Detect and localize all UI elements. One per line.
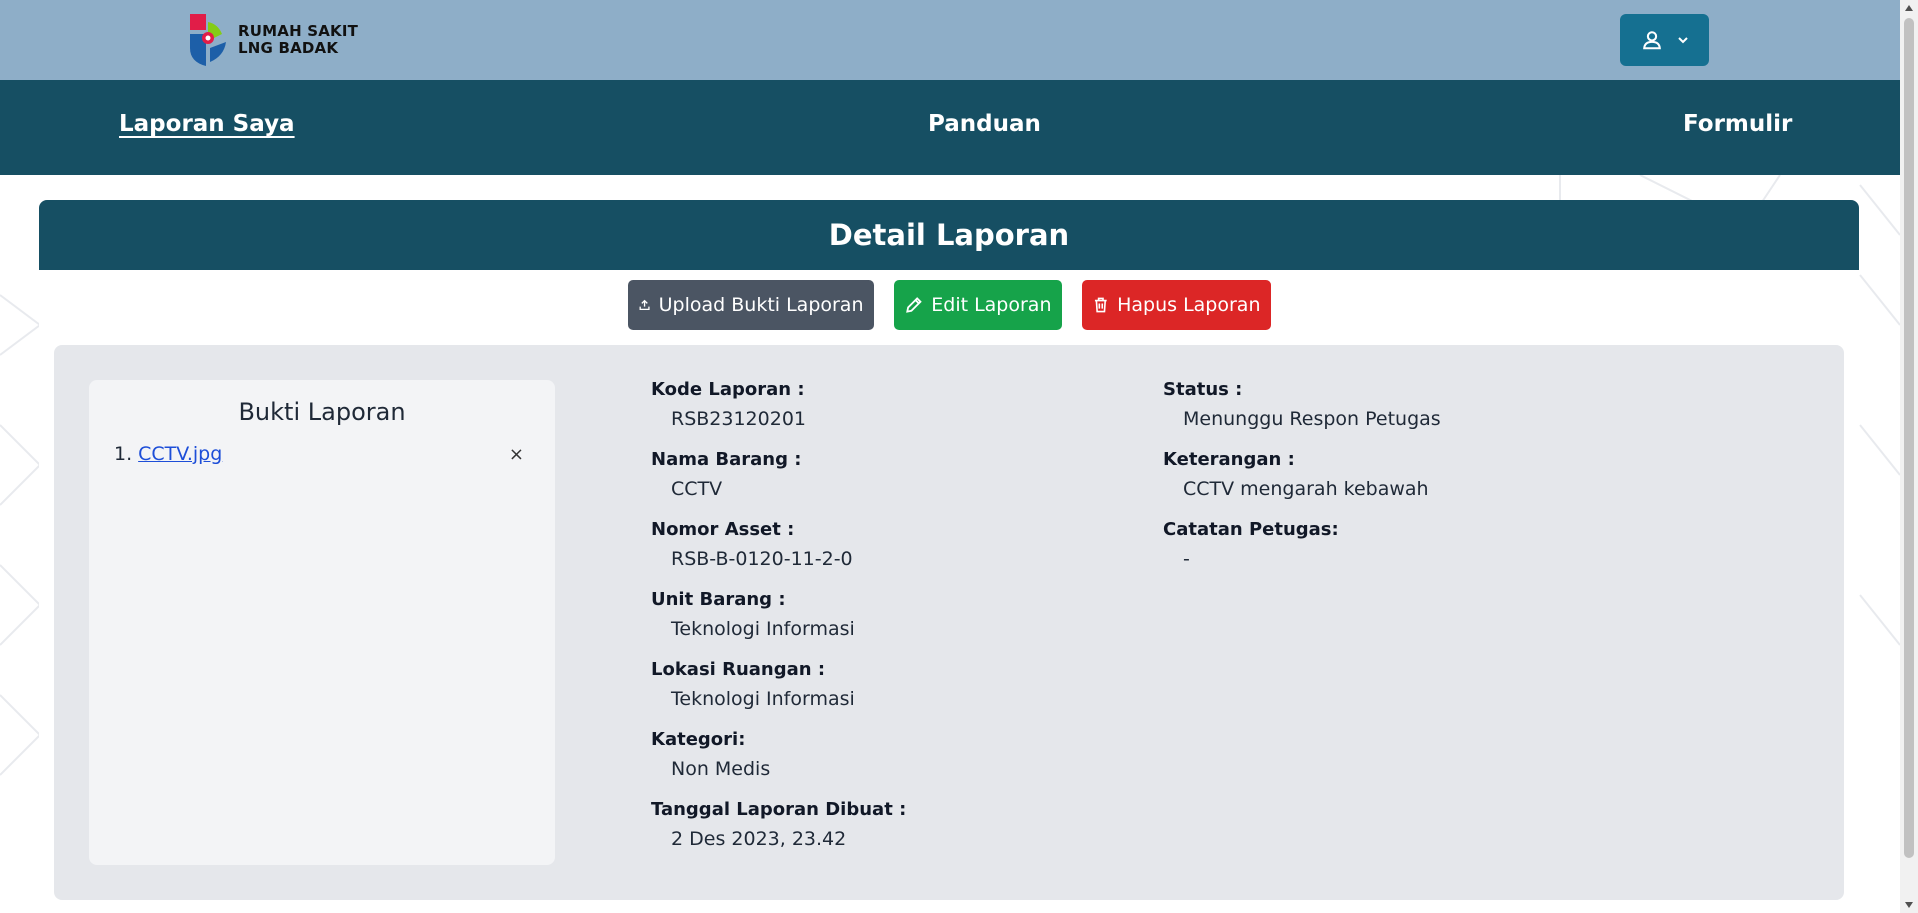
field-value: - — [1183, 548, 1190, 570]
chevron-down-icon — [1677, 37, 1688, 44]
card-header: Detail Laporan — [39, 200, 1859, 270]
bukti-file-item: 1. CCTV.jpg × — [114, 443, 534, 465]
pencil-icon — [905, 297, 922, 313]
hospital-logo[interactable]: RUMAH SAKIT LNG BADAK — [188, 12, 358, 68]
user-menu-button[interactable] — [1620, 14, 1709, 66]
hapus-laporan-button[interactable]: Hapus Laporan — [1081, 280, 1271, 330]
field-label: Keterangan : — [1163, 449, 1295, 470]
field-status: Status : Menunggu Respon Petugas — [1163, 378, 1441, 448]
bukti-file-number: 1. — [114, 443, 133, 465]
field-value: CCTV — [671, 478, 723, 500]
page-scrollbar[interactable] — [1900, 0, 1918, 913]
remove-file-icon[interactable]: × — [509, 444, 524, 465]
field-label: Unit Barang : — [651, 589, 786, 610]
upload-icon — [639, 299, 650, 311]
upload-button-label: Upload Bukti Laporan — [658, 294, 864, 316]
logo-line-1: RUMAH SAKIT — [238, 22, 359, 40]
user-icon — [1642, 31, 1661, 50]
detail-fields-right: Status : Menunggu Respon Petugas Keteran… — [1163, 378, 1441, 588]
field-lokasi-ruangan: Lokasi Ruangan : Teknologi Informasi — [651, 658, 906, 728]
field-kategori: Kategori: Non Medis — [651, 728, 906, 798]
action-buttons: Upload Bukti Laporan Edit Laporan Hapus … — [39, 280, 1859, 330]
field-value: CCTV mengarah kebawah — [1183, 478, 1429, 500]
logo-icon — [190, 14, 226, 66]
field-label: Nama Barang : — [651, 449, 802, 470]
detail-card: Detail Laporan Upload Bukti Laporan Edit… — [39, 200, 1859, 913]
field-value: RSB23120201 — [671, 408, 807, 430]
field-label: Nomor Asset : — [651, 519, 795, 540]
scroll-up-icon[interactable] — [1905, 5, 1913, 11]
bukti-title: Bukti Laporan — [238, 398, 406, 426]
nav-panduan[interactable]: Panduan — [928, 111, 1041, 137]
field-tanggal-laporan: Tanggal Laporan Dibuat : 2 Des 2023, 23.… — [651, 798, 906, 868]
top-bar: RUMAH SAKIT LNG BADAK — [0, 0, 1900, 80]
field-value: Non Medis — [671, 758, 771, 780]
main-nav: Laporan Saya Panduan Formulir — [0, 80, 1900, 175]
bukti-file-link[interactable]: CCTV.jpg — [138, 443, 222, 465]
detail-fields-left: Kode Laporan : RSB23120201 Nama Barang :… — [651, 378, 906, 868]
logo-text: RUMAH SAKIT LNG BADAK — [238, 23, 358, 57]
nav-laporan-saya[interactable]: Laporan Saya — [119, 111, 295, 137]
field-label: Lokasi Ruangan : — [651, 659, 826, 680]
field-label: Kode Laporan : — [651, 379, 805, 400]
logo-line-2: LNG BADAK — [238, 39, 339, 57]
scroll-thumb[interactable] — [1904, 18, 1914, 858]
field-label: Tanggal Laporan Dibuat : — [651, 799, 907, 820]
field-catatan-petugas: Catatan Petugas: - — [1163, 518, 1441, 588]
edit-button-label: Edit Laporan — [931, 294, 1052, 316]
detail-content: Bukti Laporan 1. CCTV.jpg × Kode Laporan… — [54, 345, 1844, 900]
field-value: Teknologi Informasi — [671, 618, 855, 640]
field-label: Kategori: — [651, 729, 746, 750]
field-value: Teknologi Informasi — [671, 688, 855, 710]
bukti-panel: Bukti Laporan 1. CCTV.jpg × — [89, 380, 555, 865]
trash-icon — [1094, 297, 1107, 313]
delete-button-label: Hapus Laporan — [1117, 294, 1261, 316]
field-value: RSB-B-0120-11-2-0 — [671, 548, 853, 570]
page-title: Detail Laporan — [828, 218, 1070, 252]
field-value: Menunggu Respon Petugas — [1183, 408, 1441, 430]
field-kode-laporan: Kode Laporan : RSB23120201 — [651, 378, 906, 448]
field-nomor-asset: Nomor Asset : RSB-B-0120-11-2-0 — [651, 518, 906, 588]
field-unit-barang: Unit Barang : Teknologi Informasi — [651, 588, 906, 658]
edit-laporan-button[interactable]: Edit Laporan — [893, 280, 1062, 330]
nav-formulir[interactable]: Formulir — [1683, 111, 1792, 137]
scroll-down-icon[interactable] — [1905, 902, 1913, 908]
field-label: Catatan Petugas: — [1163, 519, 1339, 540]
upload-bukti-button[interactable]: Upload Bukti Laporan — [627, 280, 874, 330]
field-keterangan: Keterangan : CCTV mengarah kebawah — [1163, 448, 1441, 518]
field-value: 2 Des 2023, 23.42 — [671, 828, 847, 850]
field-label: Status : — [1163, 379, 1243, 400]
field-nama-barang: Nama Barang : CCTV — [651, 448, 906, 518]
